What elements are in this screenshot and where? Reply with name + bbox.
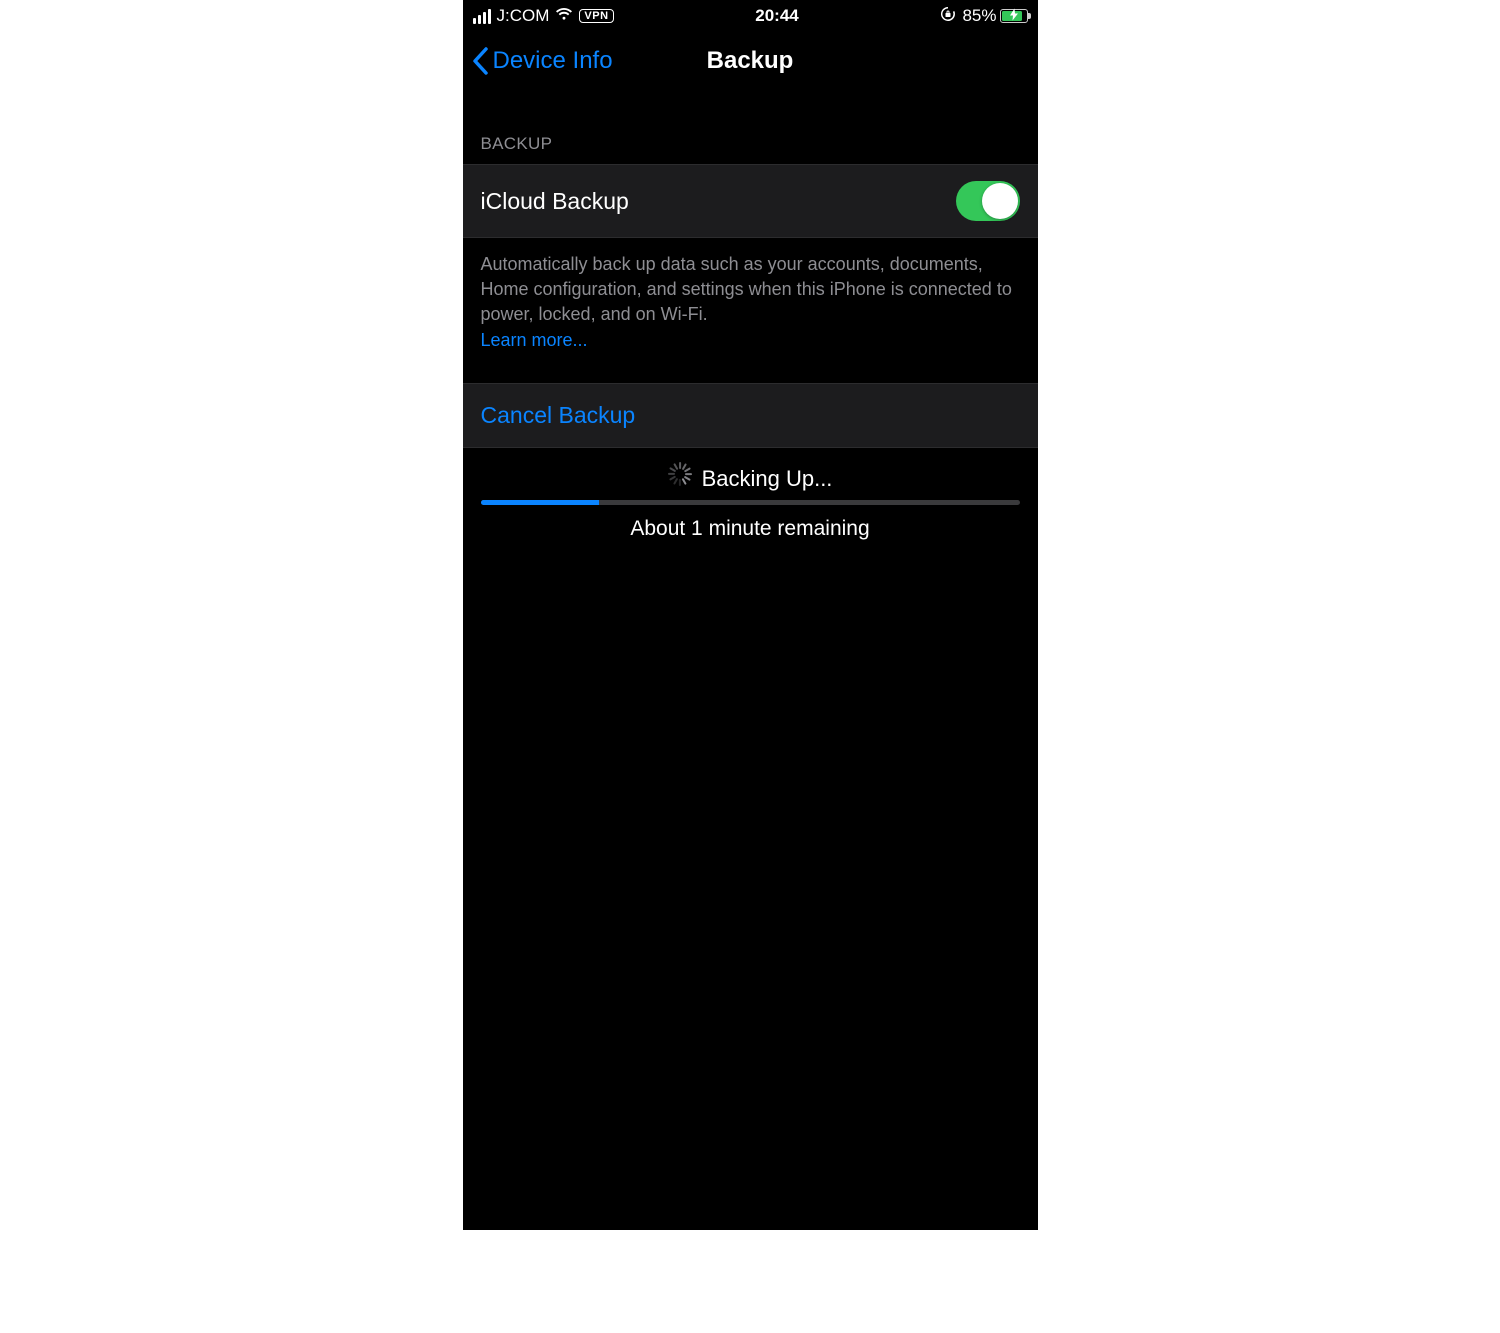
back-button-label: Device Info [493,47,613,75]
wifi-icon [555,6,573,26]
icloud-backup-toggle[interactable] [956,181,1020,221]
status-bar: J:COM VPN 20:44 85% [463,0,1038,32]
backup-progress-bar [481,500,1020,505]
status-time: 20:44 [755,6,798,26]
phone-screen: J:COM VPN 20:44 85% [463,0,1038,1230]
cancel-backup-cell[interactable]: Cancel Backup [463,383,1038,448]
icloud-backup-label: iCloud Backup [481,188,629,215]
time-remaining-label: About 1 minute remaining [481,517,1020,541]
section-header-backup: BACKUP [463,90,1038,164]
orientation-lock-icon [940,6,956,27]
carrier-label: J:COM [497,6,550,26]
icloud-backup-cell[interactable]: iCloud Backup [463,164,1038,238]
backup-progress-fill [481,500,600,505]
cancel-backup-label: Cancel Backup [481,402,1020,429]
cellular-signal-icon [473,9,491,24]
battery-indicator: 85% [962,6,1027,26]
backup-status-label: Backing Up... [702,466,833,492]
battery-percent-label: 85% [962,6,996,26]
content-area: BACKUP iCloud Backup Automatically back … [463,90,1038,541]
backup-status-row: Backing Up... [481,466,1020,492]
backup-description: Automatically back up data such as your … [463,238,1038,383]
back-button[interactable]: Device Info [471,47,613,75]
toggle-knob [982,183,1018,219]
chevron-left-icon [471,47,489,75]
backup-description-text: Automatically back up data such as your … [481,254,1012,324]
backup-progress-block: Backing Up... About 1 minute remaining [463,448,1038,541]
status-bar-left: J:COM VPN [473,6,614,26]
vpn-badge: VPN [579,9,613,23]
status-bar-right: 85% [940,6,1027,27]
charging-bolt-icon [1010,9,1018,24]
battery-icon [1000,9,1028,23]
nav-bar: Device Info Backup [463,32,1038,90]
learn-more-link[interactable]: Learn more... [481,330,588,350]
spinner-icon [668,467,692,491]
